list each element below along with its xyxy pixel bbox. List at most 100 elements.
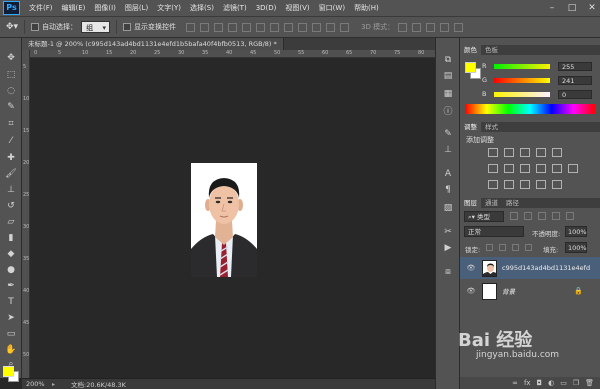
filter-pixel-icon[interactable] — [510, 212, 518, 220]
align-hcenter-icon[interactable] — [242, 22, 252, 32]
foreground-color-swatch-front[interactable] — [3, 366, 14, 377]
blue-value-field[interactable]: 0 — [558, 89, 592, 99]
exposure-icon[interactable] — [536, 148, 546, 157]
tool-presets-panel-icon[interactable]: ✂ — [442, 226, 454, 238]
panel-foreground-swatch-front[interactable] — [465, 62, 476, 73]
hue-saturation-icon[interactable] — [504, 164, 514, 173]
healing-brush-tool-icon[interactable]: ✚ — [4, 152, 18, 164]
lock-image-icon[interactable] — [499, 244, 506, 251]
channel-mixer-icon[interactable] — [568, 164, 578, 173]
threshold-icon[interactable] — [520, 180, 530, 189]
rectangle-tool-icon[interactable]: ▭ — [4, 328, 18, 340]
lock-transparent-icon[interactable] — [486, 244, 493, 251]
menu-file[interactable]: 文件(F) — [29, 3, 53, 13]
eraser-tool-icon[interactable]: ▱ — [4, 216, 18, 228]
auto-select-dropdown[interactable]: 组 — [81, 21, 111, 34]
filter-shape-icon[interactable] — [552, 212, 560, 220]
dodge-tool-icon[interactable]: ● — [4, 264, 18, 276]
menu-type[interactable]: 文字(Y) — [157, 3, 181, 13]
clone-stamp-tool-icon[interactable]: ⊥ — [4, 184, 18, 196]
show-transform-checkbox[interactable] — [123, 23, 132, 31]
distribute-left-icon[interactable] — [312, 22, 322, 32]
move-tool-icon[interactable]: ✥ — [4, 52, 18, 64]
distribute-bottom-icon[interactable] — [298, 22, 308, 32]
tab-paths[interactable]: 路径 — [502, 198, 523, 208]
new-group-icon[interactable]: ▭ — [560, 379, 567, 387]
layer-comps-panel-icon[interactable]: ⧈ — [442, 266, 454, 278]
3d-roll-icon[interactable] — [412, 22, 422, 32]
eye-icon[interactable]: 👁 — [465, 264, 477, 272]
character-panel-icon[interactable]: A — [442, 168, 454, 180]
tab-color[interactable]: 颜色 — [460, 45, 481, 55]
menu-image[interactable]: 图像(I) — [94, 3, 116, 13]
hand-tool-icon[interactable]: ✋ — [4, 344, 18, 356]
filter-adjustment-icon[interactable] — [524, 212, 532, 220]
path-select-tool-icon[interactable]: ➤ — [4, 312, 18, 324]
id-photo-image[interactable] — [191, 163, 257, 277]
distribute-hcenter-icon[interactable] — [326, 22, 336, 32]
brush-preset-panel-icon[interactable]: ▦ — [442, 88, 454, 100]
gradient-map-icon[interactable] — [552, 180, 562, 189]
menu-filter[interactable]: 滤镜(T) — [223, 3, 247, 13]
align-left-icon[interactable] — [228, 22, 238, 32]
close-button[interactable]: ✕ — [586, 2, 598, 14]
zoom-level[interactable]: 200% — [26, 380, 52, 388]
tab-channels[interactable]: 通道 — [481, 198, 502, 208]
filter-smart-object-icon[interactable] — [566, 212, 574, 220]
blur-tool-icon[interactable]: ◆ — [4, 248, 18, 260]
actions-panel-icon[interactable]: ▶ — [442, 242, 454, 254]
opacity-field[interactable]: 100% — [565, 226, 587, 237]
red-slider[interactable] — [494, 63, 550, 69]
new-layer-icon[interactable]: ❐ — [573, 379, 579, 387]
clone-source-panel-icon[interactable]: ⊥ — [442, 144, 454, 156]
red-value-field[interactable]: 255 — [558, 61, 592, 71]
adjustment-layer-icon[interactable]: ◐ — [548, 379, 554, 387]
trash-icon[interactable]: 🗑 — [585, 379, 594, 387]
fill-field[interactable]: 100% — [565, 242, 587, 253]
history-brush-tool-icon[interactable]: ↺ — [4, 200, 18, 212]
invert-icon[interactable] — [488, 180, 498, 189]
selective-color-icon[interactable] — [536, 180, 546, 189]
document-tab[interactable]: 未标题-1 @ 200% (c995d143ad4bd1131e4efd1b5b… — [22, 38, 284, 50]
3d-slide-icon[interactable] — [440, 22, 450, 32]
green-slider[interactable] — [494, 77, 550, 83]
layer-name[interactable]: c995d143ad4bd1131e4efd... — [502, 264, 590, 272]
vibrance-icon[interactable] — [488, 164, 498, 173]
move-tool-preset-icon[interactable]: ✥▾ — [6, 22, 18, 32]
menu-layer[interactable]: 图层(L) — [125, 3, 148, 13]
distribute-vcenter-icon[interactable] — [284, 22, 294, 32]
blue-slider[interactable] — [494, 91, 550, 97]
tab-adjustments[interactable]: 调整 — [460, 122, 481, 132]
layer-row[interactable]: 👁 背景 🔒 — [460, 280, 600, 302]
green-value-field[interactable]: 241 — [558, 75, 592, 85]
color-balance-icon[interactable] — [520, 164, 530, 173]
tab-styles[interactable]: 样式 — [481, 122, 502, 132]
quick-select-tool-icon[interactable]: ✎ — [4, 101, 18, 113]
levels-icon[interactable] — [504, 148, 514, 157]
marquee-tool-icon[interactable]: ⬚ — [4, 69, 18, 81]
curves-icon[interactable] — [520, 148, 530, 157]
3d-rotate-icon[interactable] — [398, 22, 408, 32]
3d-pan-icon[interactable] — [426, 22, 436, 32]
align-top-icon[interactable] — [186, 22, 196, 32]
blend-mode-dropdown[interactable]: 正常 — [464, 226, 524, 237]
color-spectrum-ramp[interactable] — [465, 104, 595, 114]
lock-all-icon[interactable] — [525, 244, 532, 251]
tab-swatches[interactable]: 色板 — [481, 45, 502, 55]
menu-help[interactable]: 帮助(H) — [354, 3, 379, 13]
lock-position-icon[interactable] — [512, 244, 519, 251]
photo-filter-icon[interactable] — [552, 164, 562, 173]
menu-window[interactable]: 窗口(W) — [319, 3, 345, 13]
gradient-triangle-icon[interactable] — [552, 148, 562, 157]
crop-tool-icon[interactable]: ⌗ — [4, 118, 18, 130]
distribute-top-icon[interactable] — [270, 22, 280, 32]
align-vcenter-icon[interactable] — [200, 22, 210, 32]
tab-layers[interactable]: 图层 — [460, 198, 481, 208]
history-panel-icon[interactable]: ⧉ — [442, 54, 454, 66]
menu-view[interactable]: 视图(V) — [285, 3, 309, 13]
menu-edit[interactable]: 编辑(E) — [62, 3, 86, 13]
layer-row[interactable]: 👁 c995d143ad4bd1131e4efd... — [460, 257, 600, 279]
black-white-icon[interactable] — [536, 164, 546, 173]
layer-filter-kind-dropdown[interactable]: ⌕▾ 类型 — [464, 211, 504, 222]
3d-scale-icon[interactable] — [454, 22, 464, 32]
